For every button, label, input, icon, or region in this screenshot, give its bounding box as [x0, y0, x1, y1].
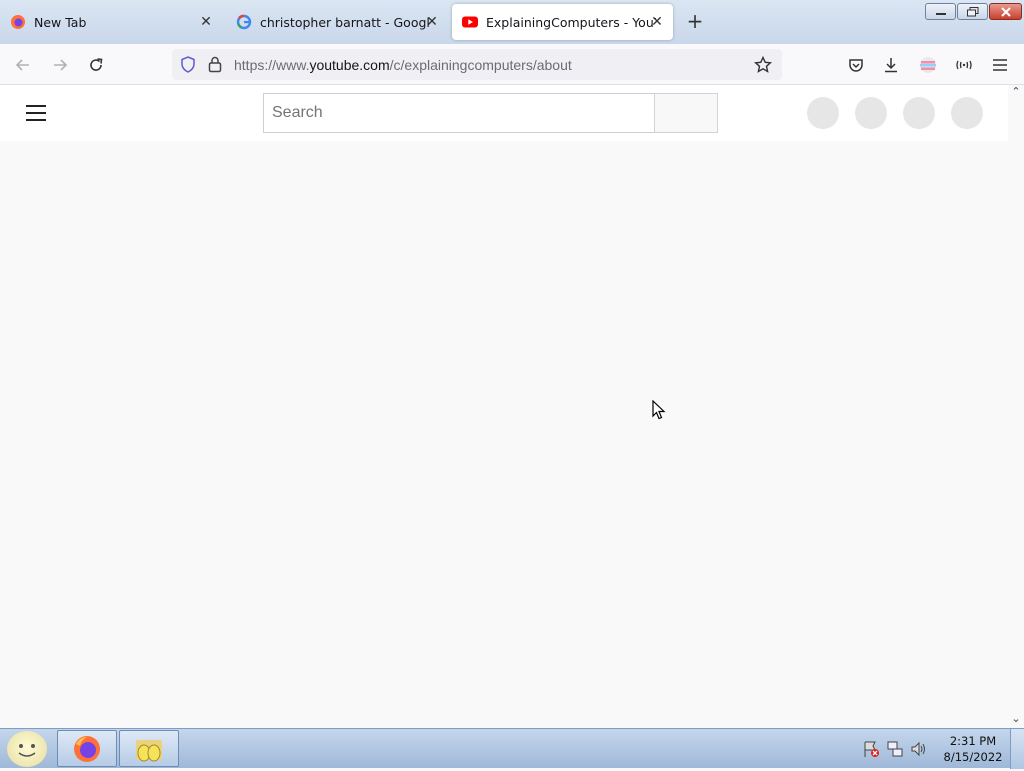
- tab-title: New Tab: [34, 14, 87, 30]
- taskbar: 2:31 PM 8/15/2022: [0, 728, 1024, 769]
- restore-icon: [966, 6, 978, 16]
- reload-icon: [90, 58, 103, 71]
- extension-icon: [956, 60, 972, 70]
- close-icon: [1000, 6, 1011, 17]
- close-tab-icon[interactable]: ✕: [424, 14, 440, 30]
- youtube-masthead: [0, 85, 1008, 141]
- tracking-protection-shield-icon[interactable]: [180, 56, 196, 73]
- reload-button[interactable]: [83, 52, 109, 78]
- restore-button[interactable]: [957, 3, 988, 20]
- pocket-icon: [849, 59, 863, 72]
- guide-menu-icon[interactable]: [26, 105, 46, 121]
- google-icon: [236, 14, 252, 30]
- close-window-button[interactable]: [989, 3, 1022, 20]
- tab-google-search[interactable]: christopher barnatt - Google Se ✕: [226, 4, 448, 40]
- action-center-flag-icon[interactable]: [862, 740, 880, 758]
- taskbar-clock[interactable]: 2:31 PM 8/15/2022: [940, 733, 1006, 765]
- firefox-icon: [11, 15, 25, 29]
- vertical-scrollbar[interactable]: ⌃ ⌄: [1008, 85, 1024, 728]
- back-button[interactable]: [10, 52, 36, 78]
- app-menu-button[interactable]: [987, 52, 1013, 78]
- placeholder-icon: [807, 97, 839, 129]
- placeholder-icon: [903, 97, 935, 129]
- lock-icon[interactable]: [208, 56, 222, 73]
- minimize-icon: [935, 12, 946, 15]
- bookmark-star-icon[interactable]: [754, 56, 772, 74]
- network-icon[interactable]: [886, 740, 904, 758]
- tab-youtube[interactable]: ExplainingComputers - YouTube ✕: [452, 4, 673, 40]
- firefox-icon: [74, 735, 100, 762]
- tab-title: christopher barnatt - Google Se: [260, 14, 430, 30]
- youtube-search-input[interactable]: [263, 93, 655, 133]
- taskbar-firefox-button[interactable]: [57, 730, 117, 767]
- taskbar-file-manager-button[interactable]: [119, 730, 179, 767]
- back-arrow-icon: [15, 59, 29, 71]
- start-button[interactable]: [7, 731, 47, 767]
- extensions-button[interactable]: [951, 52, 977, 78]
- show-desktop-button[interactable]: [1010, 729, 1024, 769]
- downloads-button[interactable]: [878, 52, 904, 78]
- address-bar[interactable]: https://www.youtube.com/c/explainingcomp…: [172, 49, 782, 80]
- placeholder-icon: [855, 97, 887, 129]
- hamburger-menu-icon: [993, 59, 1007, 71]
- url-text[interactable]: https://www.youtube.com/c/explainingcomp…: [234, 57, 572, 73]
- clock-time: 2:31 PM: [949, 734, 997, 748]
- web-page: [0, 85, 1008, 728]
- system-tray: [862, 735, 928, 763]
- smiley-start-icon: [18, 744, 36, 757]
- tab-strip: New Tab ✕ christopher barnatt - Google S…: [0, 0, 1024, 44]
- tab-new-tab[interactable]: New Tab ✕: [0, 4, 222, 40]
- url-prefix: https://www.: [234, 57, 310, 73]
- placeholder-avatar: [951, 97, 983, 129]
- download-icon: [885, 58, 897, 73]
- new-tab-button[interactable]: +: [684, 10, 706, 32]
- minimize-button[interactable]: [925, 3, 956, 20]
- volume-icon[interactable]: [910, 740, 928, 758]
- account-button[interactable]: [915, 52, 941, 78]
- url-path: /c/explainingcomputers/about: [389, 57, 572, 73]
- clock-date: 8/15/2022: [943, 750, 1003, 764]
- forward-button[interactable]: [47, 52, 73, 78]
- youtube-search-button[interactable]: [654, 93, 718, 133]
- scroll-down-icon[interactable]: ⌄: [1008, 712, 1024, 728]
- mouse-cursor-icon: [652, 400, 666, 420]
- pocket-button[interactable]: [843, 52, 869, 78]
- scroll-up-icon[interactable]: ⌃: [1008, 85, 1024, 101]
- youtube-icon: [462, 16, 478, 28]
- navigation-toolbar: https://www.youtube.com/c/explainingcomp…: [0, 44, 1024, 85]
- account-avatar-icon: [920, 57, 936, 73]
- file-manager-icon: [136, 739, 162, 761]
- url-host: youtube.com: [309, 57, 390, 73]
- forward-arrow-icon: [54, 59, 68, 71]
- close-tab-icon[interactable]: ✕: [649, 14, 665, 30]
- tab-title: ExplainingComputers - YouTube: [486, 14, 656, 30]
- close-tab-icon[interactable]: ✕: [198, 14, 214, 30]
